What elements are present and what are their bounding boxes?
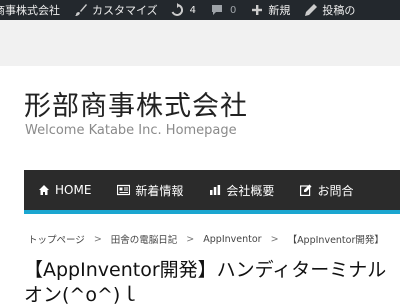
- post-title-continued: オン(^o^)ｌ: [24, 284, 140, 306]
- breadcrumb-current: 【AppInventor開発】: [287, 235, 384, 246]
- nav-accent-bar: [24, 210, 400, 214]
- nav-item-label: HOME: [55, 183, 92, 197]
- admin-site-name-link[interactable]: 商事株式会社: [0, 0, 66, 20]
- edit-icon: [300, 184, 312, 196]
- header-top-band: [0, 20, 400, 66]
- chart-icon: [210, 185, 221, 195]
- post-title: 【AppInventor開発】ハンディターミナル: [24, 259, 387, 281]
- breadcrumb-item[interactable]: トップページ: [28, 232, 85, 246]
- admin-comments-count: 0: [230, 4, 237, 16]
- nav-item-label: 会社概要: [226, 183, 275, 198]
- admin-customize-link[interactable]: カスタマイズ: [66, 0, 164, 20]
- nav-item-label: 新着情報: [135, 183, 184, 198]
- admin-edit-post-label: 投稿の: [322, 4, 356, 17]
- breadcrumb-item[interactable]: 田舎の電脳日記: [111, 232, 178, 246]
- admin-updates-link[interactable]: 4: [164, 0, 202, 20]
- news-icon: [117, 184, 131, 196]
- plus-icon: [252, 5, 263, 15]
- admin-new-label: 新規: [268, 4, 291, 17]
- admin-new-link[interactable]: 新規: [242, 0, 296, 20]
- brush-icon: [75, 4, 87, 16]
- admin-customize-label: カスタマイズ: [92, 4, 158, 17]
- site-title[interactable]: 形部商事株式会社: [24, 84, 248, 123]
- updates-icon: [171, 3, 183, 16]
- main-nav: HOME 新着情報 会社概要 お問合: [24, 170, 400, 210]
- admin-comments-link[interactable]: 0: [202, 0, 242, 20]
- nav-item-news[interactable]: 新着情報: [103, 170, 195, 210]
- nav-item-company[interactable]: 会社概要: [195, 170, 286, 210]
- nav-item-label: お問合: [317, 183, 354, 198]
- admin-bar: 商事株式会社 カスタマイズ 4 0 新規 投稿の: [0, 0, 400, 20]
- site-tagline: Welcome Katabe Inc. Homepage: [25, 123, 237, 138]
- home-icon: [39, 185, 49, 195]
- admin-site-name: 商事株式会社: [0, 4, 60, 17]
- breadcrumb-separator: >: [93, 233, 102, 245]
- admin-updates-count: 4: [189, 4, 197, 16]
- admin-edit-post-link[interactable]: 投稿の: [296, 0, 361, 20]
- breadcrumb-separator: >: [186, 233, 195, 245]
- breadcrumb: トップページ > 田舎の電脳日記 > AppInventor > 【AppInv…: [28, 232, 400, 247]
- comment-icon: [212, 5, 223, 15]
- nav-item-contact[interactable]: お問合: [286, 170, 365, 210]
- nav-item-home[interactable]: HOME: [24, 170, 103, 210]
- breadcrumb-separator: >: [270, 233, 279, 245]
- pencil-icon: [305, 4, 318, 16]
- breadcrumb-item[interactable]: AppInventor: [203, 234, 261, 245]
